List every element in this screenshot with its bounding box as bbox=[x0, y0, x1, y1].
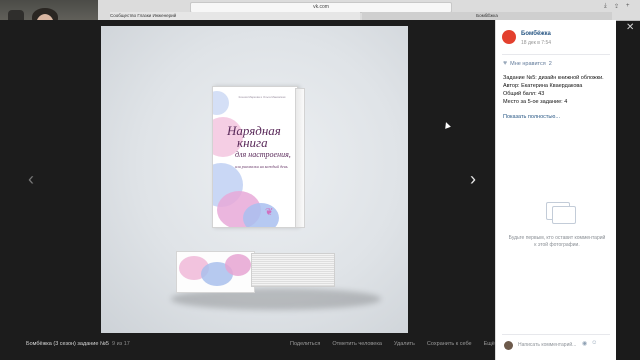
mouse-cursor-icon bbox=[443, 121, 451, 129]
tab-strip: Сообщество Глазки Инженерий БомбЁжка bbox=[100, 12, 620, 20]
comment-input[interactable]: Написать комментарий... bbox=[518, 342, 576, 348]
book-cover: Ксения Маркова и Ольга Маковская Нарядна… bbox=[212, 86, 298, 228]
delete-button[interactable]: Удалить bbox=[394, 341, 415, 347]
book-spine bbox=[176, 251, 255, 293]
photo[interactable]: Ксения Маркова и Ольга Маковская Нарядна… bbox=[101, 26, 408, 333]
book-authors: Ксения Маркова и Ольга Маковская bbox=[238, 95, 286, 99]
photo-viewer: ‹ › Ксения Маркова и Ольга Маковская Нар… bbox=[0, 20, 495, 360]
heart-icon: ♥ bbox=[503, 60, 508, 67]
post-date[interactable]: 18 дек в 7:54 bbox=[521, 40, 551, 46]
book-pages bbox=[251, 253, 335, 287]
photo-description: Задание №5: дизайн книжной обложки. Авто… bbox=[503, 75, 604, 105]
book-subtitle: или рисовалки на каждый день bbox=[235, 164, 288, 169]
divider bbox=[502, 334, 610, 335]
avatar bbox=[504, 341, 513, 350]
chevron-left-icon[interactable]: ‹ bbox=[28, 170, 34, 188]
show-more-link[interactable]: Показать полностью... bbox=[503, 114, 560, 120]
close-icon[interactable]: ✕ bbox=[626, 22, 634, 33]
empty-comments-text: Будьте первым, кто оставит комментарий к… bbox=[508, 235, 606, 248]
tag-person-button[interactable]: Отметить человека bbox=[332, 341, 382, 347]
book-standing-spine bbox=[295, 88, 305, 228]
photo-counter: 9 из 17 bbox=[112, 341, 130, 347]
like-button[interactable]: ♥ Мне нравится 2 bbox=[503, 60, 552, 67]
camera-icon[interactable]: ◉ bbox=[582, 340, 587, 347]
book-title: Нарядная книга для настроения, bbox=[227, 123, 291, 159]
viewer-bottom-bar: Бомбёжка (3 сезон) задание №5 9 из 17 По… bbox=[0, 334, 501, 360]
share-button[interactable]: Поделиться bbox=[290, 341, 320, 347]
photo-info-panel: Бомбёжка 18 дек в 7:54 ♥ Мне нравится 2 … bbox=[495, 20, 616, 360]
plus-icon[interactable]: + bbox=[626, 3, 630, 9]
smile-icon[interactable]: ☺ bbox=[591, 340, 597, 347]
chevron-right-icon[interactable]: › bbox=[470, 170, 476, 188]
tab-community[interactable]: Сообщество Глазки Инженерий bbox=[110, 12, 360, 20]
butterfly-icon: ❦ bbox=[265, 207, 274, 218]
download-icon[interactable]: ⤓ bbox=[604, 3, 607, 10]
tab-bombezhka[interactable]: БомбЁжка bbox=[362, 12, 612, 20]
save-button[interactable]: Сохранить к себе bbox=[427, 341, 472, 347]
group-name[interactable]: Бомбёжка bbox=[521, 31, 551, 37]
avatar[interactable] bbox=[502, 30, 516, 44]
photo-actions: Поделиться Отметить человека Удалить Сох… bbox=[290, 341, 501, 347]
album-title[interactable]: Бомбёжка (3 сезон) задание №5 bbox=[26, 341, 109, 347]
comment-tools: ◉ ☺ bbox=[582, 340, 597, 347]
share-icon[interactable]: ⇪ bbox=[614, 3, 619, 10]
divider bbox=[502, 54, 610, 55]
